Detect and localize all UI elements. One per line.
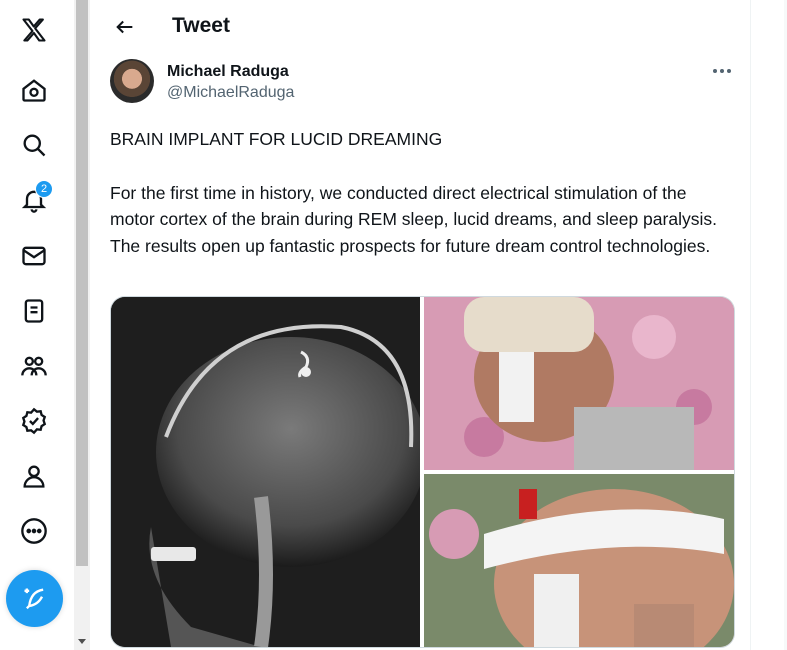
- main-column: Tweet Michael Raduga @MichaelRaduga BRAI…: [91, 0, 751, 650]
- back-arrow-icon: [116, 20, 133, 34]
- notifications-icon[interactable]: 2: [7, 178, 61, 222]
- more-icon[interactable]: [7, 509, 61, 553]
- search-icon[interactable]: [7, 123, 61, 167]
- notification-count-badge: 2: [35, 180, 53, 198]
- author-handle[interactable]: @MichaelRaduga: [167, 84, 294, 102]
- avatar[interactable]: [110, 59, 154, 103]
- xray-image[interactable]: [111, 297, 426, 647]
- communities-icon[interactable]: [7, 344, 61, 388]
- tweet-body: For the first time in history, we conduc…: [110, 182, 717, 256]
- tweet-text: BRAIN IMPLANT FOR LUCID DREAMING For the…: [110, 126, 735, 286]
- compose-icon: [24, 588, 43, 609]
- photo-patient-headband[interactable]: [424, 474, 734, 647]
- scrollbar[interactable]: [74, 0, 90, 650]
- sidebar-nav: 2: [0, 0, 72, 650]
- profile-icon[interactable]: [7, 454, 61, 498]
- scroll-down-arrow-icon[interactable]: [78, 639, 86, 644]
- more-options-button[interactable]: [709, 58, 735, 84]
- photo-patient-sleeping[interactable]: [424, 297, 734, 470]
- page-header: Tweet: [91, 0, 750, 54]
- back-button[interactable]: [107, 9, 143, 45]
- home-icon[interactable]: [7, 68, 61, 112]
- x-logo-icon[interactable]: [7, 8, 61, 52]
- tweet-media-grid: [110, 296, 735, 648]
- messages-icon[interactable]: [7, 234, 61, 278]
- compose-button[interactable]: [6, 570, 63, 627]
- more-dots-icon: [713, 69, 731, 73]
- lists-icon[interactable]: [7, 289, 61, 333]
- author-name[interactable]: Michael Raduga: [167, 63, 289, 81]
- verified-icon[interactable]: [7, 399, 61, 443]
- scrollbar-thumb[interactable]: [76, 0, 88, 566]
- page-title: Tweet: [172, 14, 230, 37]
- tweet-headline: BRAIN IMPLANT FOR LUCID DREAMING: [110, 129, 443, 149]
